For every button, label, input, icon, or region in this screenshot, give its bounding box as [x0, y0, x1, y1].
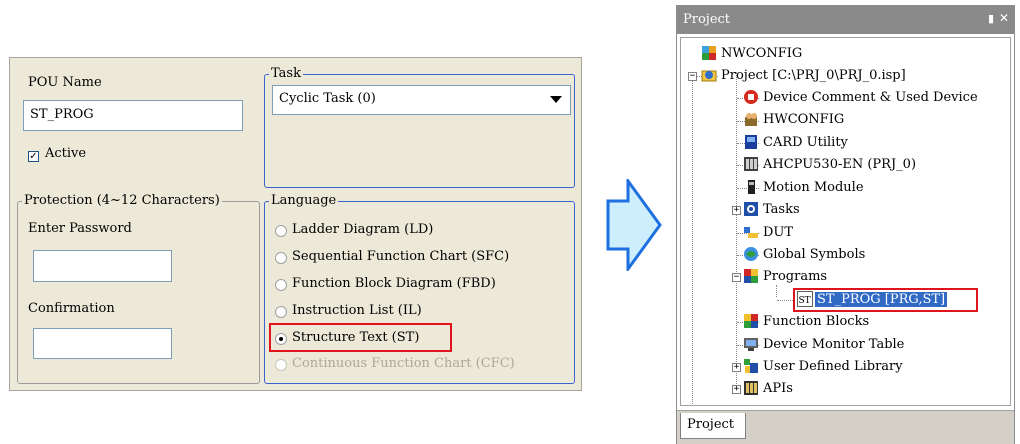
radio-icon[interactable] [275, 279, 287, 291]
language-group: Language Ladder Diagram (LD) Sequential … [264, 193, 575, 384]
pou-name-value: ST_PROG [30, 107, 94, 122]
chevron-down-icon[interactable] [550, 96, 562, 103]
tab-project[interactable]: Project [680, 413, 746, 439]
protection-group-label: Protection (4~12 Characters) [22, 193, 222, 208]
radio-icon[interactable] [275, 306, 287, 318]
function-blocks-icon [744, 314, 758, 328]
tree-item-label: Project [C:\PRJ_0\PRJ_0.isp] [721, 68, 906, 83]
apis-icon [744, 381, 758, 395]
tree-item-label: Global Symbols [763, 247, 866, 262]
active-label: Active [45, 146, 87, 161]
expand-icon[interactable]: + [732, 206, 741, 215]
card-utility-icon [745, 135, 757, 149]
language-option-label: Ladder Diagram (LD) [292, 222, 434, 237]
tree-line [776, 285, 777, 297]
tree-item-label: User Defined Library [763, 359, 903, 374]
cpu-icon [744, 157, 758, 171]
language-option-label: Function Block Diagram (FBD) [292, 276, 496, 291]
active-checkbox[interactable]: ✓ [28, 151, 39, 162]
tree-item-label: Device Comment & Used Device [763, 90, 978, 105]
project-panel: Project ▮ ✕ − + − + + NWCONFIG Project [… [676, 5, 1015, 444]
library-icon [744, 359, 758, 373]
tab-project-label: Project [687, 417, 735, 432]
motion-module-icon [748, 180, 755, 194]
confirmation-field[interactable] [33, 328, 172, 359]
pou-dialog: POU Name ST_PROG ✓ Active Task Cyclic Ta… [9, 57, 582, 391]
expand-icon[interactable]: + [732, 363, 741, 372]
tree-item-label: HWCONFIG [763, 112, 845, 127]
highlight-box [793, 288, 978, 312]
radio-icon[interactable] [275, 252, 287, 264]
hwconfig-icon [745, 113, 757, 126]
tree-line [736, 72, 737, 388]
enter-password-field[interactable] [33, 250, 172, 282]
project-panel-titlebar: Project ▮ ✕ [677, 6, 1014, 34]
confirmation-label: Confirmation [28, 301, 115, 316]
language-option-label: Continuous Function Chart (CFC) [292, 356, 515, 371]
pou-name-label: POU Name [28, 75, 102, 90]
tree-line [692, 72, 693, 404]
tree-item-label: Tasks [763, 202, 800, 217]
device-monitor-icon [744, 338, 758, 351]
expand-icon[interactable]: + [732, 385, 741, 394]
task-select-value: Cyclic Task (0) [279, 91, 376, 106]
language-option-label: Instruction List (IL) [292, 303, 422, 318]
pou-name-input[interactable]: ST_PROG [23, 100, 243, 131]
task-group: Task Cyclic Task (0) [264, 66, 575, 188]
programs-icon [744, 269, 758, 283]
language-group-label: Language [269, 193, 339, 208]
task-group-label: Task [269, 66, 303, 81]
project-tree: − + − + + NWCONFIG Project [C:\PRJ_0\PRJ… [680, 37, 1011, 406]
task-select[interactable]: Cyclic Task (0) [272, 85, 571, 115]
tree-item-label: Motion Module [763, 180, 864, 195]
tree-item-label: CARD Utility [763, 135, 848, 150]
right-arrow-icon [606, 179, 662, 271]
highlight-box [269, 323, 452, 352]
panel-tab-bar: Project [677, 410, 1014, 444]
collapse-icon[interactable]: − [732, 273, 741, 282]
tree-item-label: NWCONFIG [721, 46, 803, 61]
pin-icon[interactable]: ▮ [988, 12, 994, 25]
collapse-icon[interactable]: − [688, 72, 697, 81]
tree-item-label: APIs [763, 381, 793, 396]
tree-item-label: DUT [763, 225, 794, 240]
nwconfig-icon [702, 46, 716, 60]
radio-icon [275, 359, 287, 371]
global-symbols-icon [744, 247, 758, 261]
radio-icon[interactable] [275, 225, 287, 237]
close-icon[interactable]: ✕ [999, 11, 1009, 25]
device-comment-icon [744, 90, 758, 104]
panel-title: Project [683, 12, 731, 27]
tree-item-label: Function Blocks [763, 314, 870, 329]
protection-group: Protection (4~12 Characters) Enter Passw… [17, 193, 260, 384]
language-option-label: Sequential Function Chart (SFC) [292, 249, 510, 264]
dut-icon [744, 227, 758, 238]
project-icon [701, 70, 717, 82]
tree-item-label: Programs [763, 269, 828, 284]
enter-password-label: Enter Password [28, 221, 132, 236]
tree-item-label: AHCPU530-EN (PRJ_0) [763, 157, 917, 172]
tree-item-label: Device Monitor Table [763, 337, 905, 352]
tasks-icon [744, 202, 758, 216]
